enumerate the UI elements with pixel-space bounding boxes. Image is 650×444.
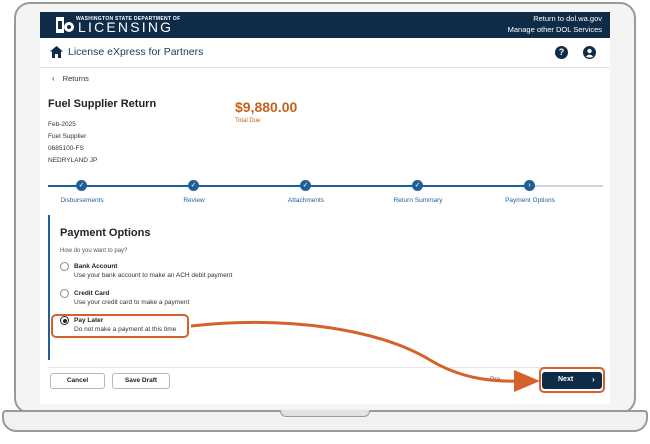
previous-button[interactable]: Pre xyxy=(490,376,500,383)
step-attachments[interactable]: Attachments xyxy=(288,197,324,204)
logo-text: LICENSING xyxy=(78,19,174,35)
step-disbursements-check-icon[interactable]: ✓ xyxy=(76,180,87,191)
app-title[interactable]: License eXpress for Partners xyxy=(68,46,203,58)
header-links: Return to dol.wa.gov Manage other DOL Se… xyxy=(508,13,602,35)
next-button-highlight xyxy=(539,367,605,393)
laptop-notch xyxy=(280,410,370,417)
help-icon[interactable]: ? xyxy=(555,46,568,59)
step-payment-options-chevron-icon[interactable]: › xyxy=(524,180,535,191)
step-review-check-icon[interactable]: ✓ xyxy=(188,180,199,191)
cancel-button[interactable]: Cancel xyxy=(50,373,105,389)
total-due-amount: $9,880.00 xyxy=(235,99,298,115)
return-title: Fuel Supplier Return xyxy=(48,98,157,110)
save-draft-button[interactable]: Save Draft xyxy=(112,373,170,389)
step-review[interactable]: Review xyxy=(183,197,204,204)
step-payment-options[interactable]: Payment Options xyxy=(505,197,555,204)
credit-card-radio[interactable] xyxy=(60,289,69,298)
bank-account-radio[interactable] xyxy=(60,262,69,271)
step-return-summary[interactable]: Return Summary xyxy=(393,197,442,204)
step-attachments-check-icon[interactable]: ✓ xyxy=(300,180,311,191)
return-period: Feb-2025 xyxy=(48,121,76,128)
total-due-label: Total Due xyxy=(235,118,261,124)
manage-dol-services-link[interactable]: Manage other DOL Services xyxy=(508,24,602,35)
payment-options-title: Payment Options xyxy=(60,227,151,239)
account-name: NEDRYLAND JP xyxy=(48,157,98,164)
stepper-progress xyxy=(48,185,534,187)
dol-header: WASHINGTON STATE DEPARTMENT OF LICENSING… xyxy=(40,12,610,38)
pay-later-highlight xyxy=(51,314,189,338)
chevron-left-icon: ‹ xyxy=(52,74,55,83)
dol-logo[interactable]: WASHINGTON STATE DEPARTMENT OF LICENSING xyxy=(56,14,186,36)
app-screen: WASHINGTON STATE DEPARTMENT OF LICENSING… xyxy=(40,12,610,404)
home-icon[interactable] xyxy=(50,46,63,58)
return-type: Fuel Supplier xyxy=(48,133,87,140)
step-return-summary-check-icon[interactable]: ✓ xyxy=(412,180,423,191)
app-bar: License eXpress for Partners ? xyxy=(40,38,610,68)
payment-question: How do you want to pay? xyxy=(60,248,128,254)
bank-account-desc: Use your bank account to make an ACH deb… xyxy=(74,272,233,279)
account-icon[interactable] xyxy=(583,46,596,59)
dol-logo-mark xyxy=(56,17,74,33)
step-disbursements[interactable]: Disbursements xyxy=(60,197,103,204)
back-label: Returns xyxy=(62,74,89,83)
account-number: 0685100-FS xyxy=(48,145,84,152)
return-to-dol-link[interactable]: Return to dol.wa.gov xyxy=(508,13,602,24)
credit-card-desc: Use your credit card to make a payment xyxy=(74,299,190,306)
credit-card-label[interactable]: Credit Card xyxy=(74,290,109,297)
bank-account-label[interactable]: Bank Account xyxy=(74,263,117,270)
back-to-returns-link[interactable]: ‹ Returns xyxy=(52,74,89,83)
